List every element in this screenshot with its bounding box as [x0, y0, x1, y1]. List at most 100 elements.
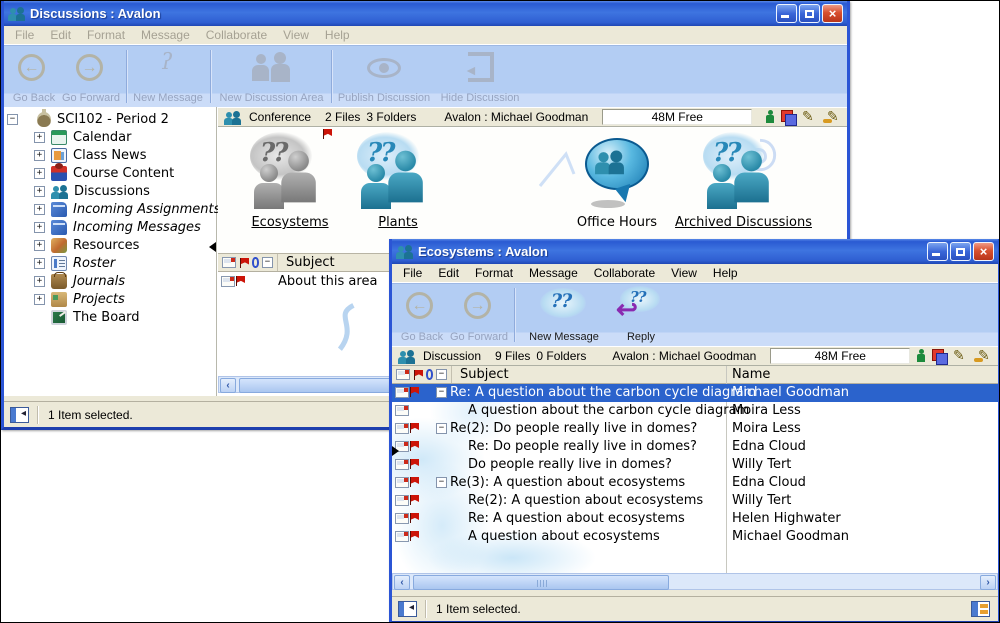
name-column-header[interactable]: Name	[732, 367, 770, 382]
flag-icon[interactable]	[413, 369, 423, 381]
hide-discussion-button[interactable]: Hide Discussion	[434, 46, 526, 108]
share-squares-icon[interactable]	[932, 349, 946, 363]
collapse-box-icon[interactable]	[436, 387, 447, 398]
expand-box-icon[interactable]	[34, 150, 45, 161]
desktop-item-office-hours[interactable]: Office Hours	[563, 132, 671, 230]
menu-file[interactable]: File	[8, 28, 41, 42]
collapse-all-icon[interactable]	[262, 257, 273, 268]
view-mode-icon[interactable]	[971, 601, 990, 617]
menu-edit[interactable]: Edit	[431, 266, 466, 280]
scroll-left-icon[interactable]: ‹	[220, 378, 236, 393]
menu-collaborate[interactable]: Collaborate	[199, 28, 274, 42]
tree-item-journals[interactable]: Journals	[34, 272, 125, 290]
menu-format[interactable]: Format	[80, 28, 132, 42]
go-forward-button[interactable]: Go Forward	[447, 284, 511, 347]
paperclip-icon[interactable]	[426, 369, 433, 380]
subject-column-header[interactable]: Subject	[460, 367, 509, 382]
expand-box-icon[interactable]	[34, 222, 45, 233]
menu-edit[interactable]: Edit	[43, 28, 78, 42]
paperclip-icon[interactable]	[252, 257, 259, 268]
expand-box-icon[interactable]	[34, 204, 45, 215]
menu-message[interactable]: Message	[522, 266, 585, 280]
expand-box-icon[interactable]	[34, 276, 45, 287]
close-button[interactable]: ×	[822, 4, 843, 23]
maximize-button[interactable]	[950, 242, 971, 261]
tree-item-projects[interactable]: Projects	[34, 290, 125, 308]
new-message-button[interactable]: ?? New Message	[518, 284, 610, 347]
minimize-button[interactable]	[927, 242, 948, 261]
go-back-button[interactable]: Go Back	[394, 284, 450, 347]
pane-splitter-arrow[interactable]	[209, 242, 216, 252]
pencil-icon[interactable]	[802, 110, 816, 124]
menu-message[interactable]: Message	[134, 28, 197, 42]
thread-row[interactable]: A question about the carbon cycle diagra…	[392, 402, 998, 420]
expand-box-icon[interactable]	[34, 132, 45, 143]
tree-item-the-board[interactable]: The Board	[51, 308, 140, 326]
green-person-icon[interactable]	[917, 349, 925, 363]
collapse-all-icon[interactable]	[436, 369, 447, 380]
tree-item-discussions[interactable]: Discussions	[34, 182, 150, 200]
pencil-icon[interactable]	[953, 349, 967, 363]
panel-toggle-icon[interactable]	[398, 601, 417, 617]
thread-row[interactable]: Re: Do people really live in domes? Edna…	[392, 438, 998, 456]
menu-view[interactable]: View	[664, 266, 704, 280]
share-squares-icon[interactable]	[781, 110, 795, 124]
close-button[interactable]: ×	[973, 242, 994, 261]
panel-toggle-icon[interactable]	[10, 407, 29, 423]
key-pencil-icon[interactable]	[974, 349, 992, 363]
desktop-item-plants[interactable]: ?? Plants	[353, 132, 443, 230]
horizontal-scrollbar[interactable]: ‹ ›	[392, 573, 998, 590]
tree-item-sci102[interactable]: SCI102 - Period 2	[7, 110, 169, 128]
scroll-right-icon[interactable]: ›	[980, 575, 996, 590]
flag-icon[interactable]	[239, 257, 249, 269]
tree-item-resources[interactable]: Resources	[34, 236, 139, 254]
reply-button[interactable]: ??↩ Reply	[612, 284, 670, 347]
new-discussion-area-button[interactable]: New Discussion Area	[214, 46, 329, 108]
thread-row[interactable]: Re(2): Do people really live in domes? M…	[392, 420, 998, 438]
green-person-icon[interactable]	[766, 110, 774, 124]
tree-item-class-news[interactable]: Class News	[34, 146, 146, 164]
go-back-button[interactable]: Go Back	[6, 46, 62, 108]
tree-item-roster[interactable]: Roster	[34, 254, 115, 272]
collapse-box-icon[interactable]	[436, 423, 447, 434]
tree-item-calendar[interactable]: Calendar	[34, 128, 131, 146]
menu-file[interactable]: File	[396, 266, 429, 280]
menu-help[interactable]: Help	[706, 266, 745, 280]
subject-column-header[interactable]: Subject	[286, 255, 335, 270]
free-space-indicator: 48M Free	[770, 348, 910, 364]
menu-collaborate[interactable]: Collaborate	[587, 266, 662, 280]
pane-splitter-arrow[interactable]	[392, 446, 399, 456]
publish-discussion-button[interactable]: Publish Discussion	[335, 46, 433, 108]
tree-item-course-content[interactable]: Course Content	[34, 164, 174, 182]
desktop-item-archived-discussions[interactable]: ?? Archived Discussions	[666, 132, 821, 230]
thread-row[interactable]: Re(2): A question about ecosystems Willy…	[392, 492, 998, 510]
menu-format[interactable]: Format	[468, 266, 520, 280]
thread-row[interactable]: Do people really live in domes? Willy Te…	[392, 456, 998, 474]
tree-item-incoming-messages[interactable]: Incoming Messages	[34, 218, 201, 236]
expand-box-icon[interactable]	[34, 168, 45, 179]
key-pencil-icon[interactable]	[823, 110, 841, 124]
envelope-icon[interactable]	[396, 369, 410, 380]
expand-box-icon[interactable]	[34, 186, 45, 197]
title-bar[interactable]: Discussions : Avalon ×	[4, 1, 847, 26]
scroll-left-icon[interactable]: ‹	[394, 575, 410, 590]
thread-row[interactable]: A question about ecosystems Michael Good…	[392, 528, 998, 546]
go-forward-button[interactable]: Go Forward	[59, 46, 123, 108]
expand-box-icon[interactable]	[34, 240, 45, 251]
collapse-box-icon[interactable]	[7, 114, 18, 125]
minimize-button[interactable]	[776, 4, 797, 23]
maximize-button[interactable]	[799, 4, 820, 23]
collapse-box-icon[interactable]	[436, 477, 447, 488]
menu-view[interactable]: View	[276, 28, 316, 42]
thread-row[interactable]: Re: A question about ecosystems Helen Hi…	[392, 510, 998, 528]
envelope-icon[interactable]	[222, 257, 236, 268]
expand-box-icon[interactable]	[34, 294, 45, 305]
tree-item-incoming-assignments[interactable]: Incoming Assignments	[34, 200, 220, 218]
new-message-button[interactable]: ʔ New Message	[129, 46, 207, 108]
expand-box-icon[interactable]	[34, 258, 45, 269]
menu-help[interactable]: Help	[318, 28, 357, 42]
thread-row[interactable]: Re: A question about the carbon cycle di…	[392, 384, 998, 402]
thread-row[interactable]: Re(3): A question about ecosystems Edna …	[392, 474, 998, 492]
title-bar[interactable]: Ecosystems : Avalon ×	[392, 239, 998, 264]
desktop-item-ecosystems[interactable]: ?? Ecosystems	[230, 132, 350, 230]
